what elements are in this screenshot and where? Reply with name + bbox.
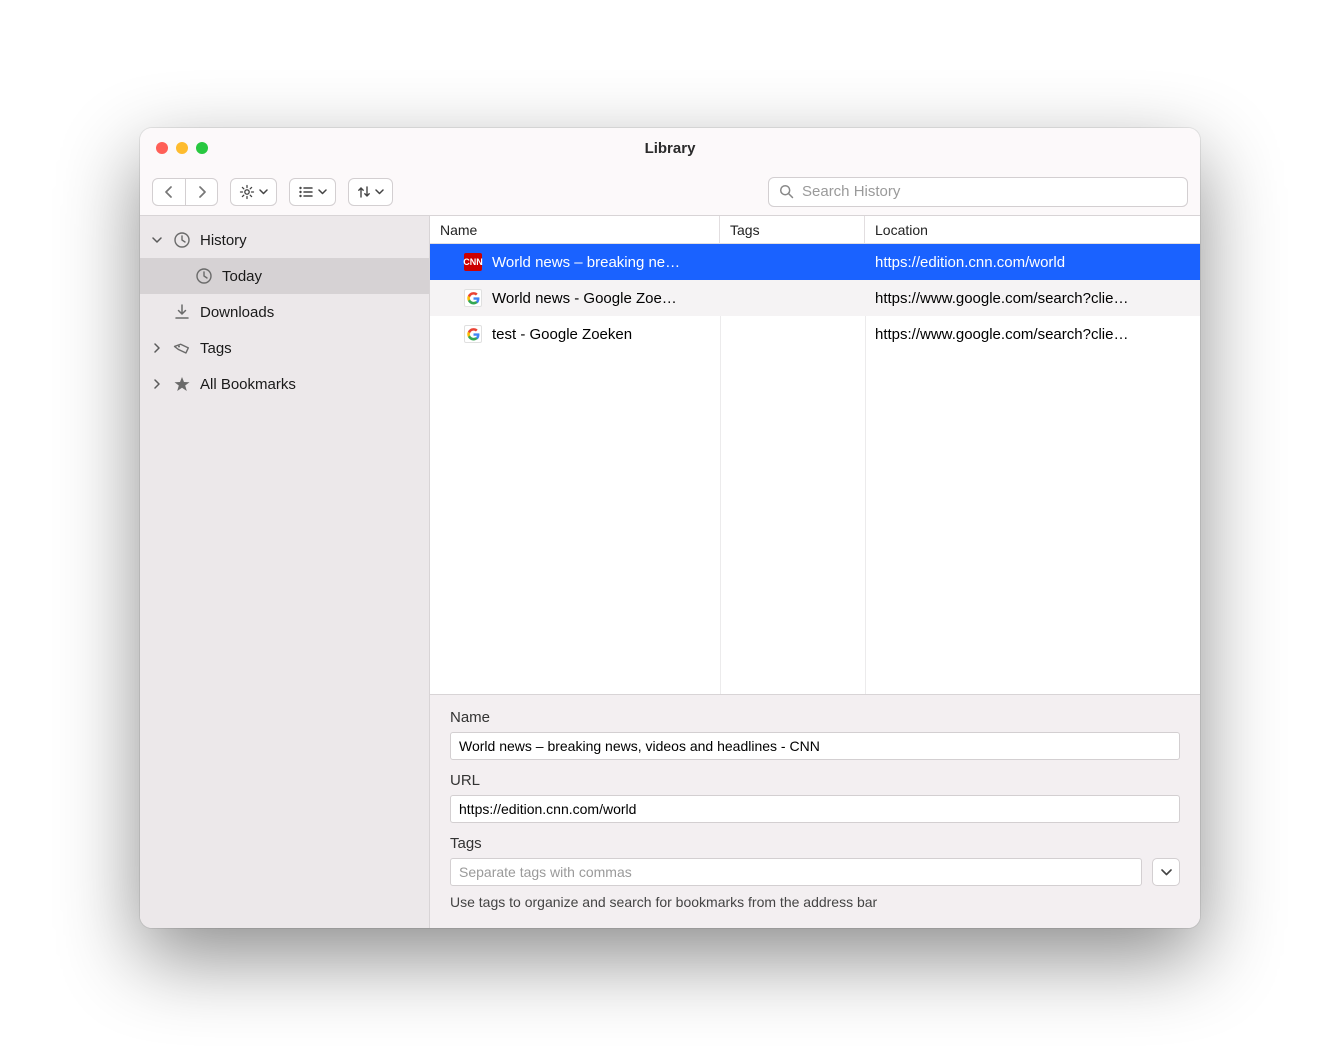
- minimize-window-button[interactable]: [176, 142, 188, 154]
- chevron-down-icon: [259, 189, 268, 195]
- chevron-right-icon[interactable]: [150, 379, 164, 389]
- nav-back-forward: [152, 178, 218, 206]
- table-row[interactable]: World news - Google Zoe… https://www.goo…: [430, 280, 1200, 316]
- chevron-right-icon[interactable]: [150, 343, 164, 353]
- chevron-right-icon: [197, 186, 207, 198]
- views-button[interactable]: [289, 178, 336, 206]
- traffic-lights: [156, 142, 208, 154]
- close-window-button[interactable]: [156, 142, 168, 154]
- details-hint: Use tags to organize and search for book…: [450, 894, 1180, 910]
- library-window: Library: [140, 128, 1200, 928]
- details-url-input[interactable]: [450, 795, 1180, 823]
- row-name: test - Google Zoeken: [492, 326, 720, 343]
- clock-icon: [194, 266, 214, 286]
- google-favicon: [464, 289, 482, 307]
- organize-button[interactable]: [230, 178, 277, 206]
- chevron-down-icon: [375, 189, 384, 195]
- zoom-window-button[interactable]: [196, 142, 208, 154]
- main-area: History Today Downloads: [140, 216, 1200, 928]
- window-title: Library: [645, 140, 696, 157]
- details-tags-label: Tags: [450, 835, 1180, 852]
- table-row[interactable]: test - Google Zoeken https://www.google.…: [430, 316, 1200, 352]
- gear-icon: [239, 184, 255, 200]
- sidebar-item-tags[interactable]: Tags: [140, 330, 429, 366]
- details-panel: Name URL Tags Use tags to organize and s…: [430, 695, 1200, 928]
- forward-button[interactable]: [185, 179, 217, 205]
- table-row[interactable]: CNN World news – breaking ne… https://ed…: [430, 244, 1200, 280]
- updown-arrows-icon: [357, 185, 371, 199]
- tag-icon: [172, 338, 192, 358]
- sidebar-item-downloads[interactable]: Downloads: [140, 294, 429, 330]
- table-header: Name Tags Location: [430, 216, 1200, 244]
- column-header-name[interactable]: Name: [430, 216, 720, 243]
- cnn-favicon: CNN: [464, 253, 482, 271]
- column-header-tags[interactable]: Tags: [720, 216, 865, 243]
- search-history-field[interactable]: [768, 177, 1188, 207]
- row-name: World news - Google Zoe…: [492, 290, 720, 307]
- google-favicon: [464, 325, 482, 343]
- search-icon: [779, 184, 794, 199]
- sidebar-item-bookmarks[interactable]: All Bookmarks: [140, 366, 429, 402]
- details-url-label: URL: [450, 772, 1180, 789]
- row-location: https://edition.cnn.com/world: [865, 254, 1200, 271]
- details-name-input[interactable]: [450, 732, 1180, 760]
- content-area: Name Tags Location CNN World news – brea…: [430, 216, 1200, 928]
- sidebar-item-label: Today: [222, 268, 262, 285]
- titlebar: Library: [140, 128, 1200, 168]
- chevron-down-icon[interactable]: [150, 235, 164, 245]
- clock-icon: [172, 230, 192, 250]
- sidebar-item-label: Tags: [200, 340, 232, 357]
- column-header-location[interactable]: Location: [865, 216, 1200, 243]
- sidebar: History Today Downloads: [140, 216, 430, 928]
- toolbar: [140, 168, 1200, 216]
- sidebar-item-today[interactable]: Today: [140, 258, 429, 294]
- sidebar-item-label: History: [200, 232, 247, 249]
- details-tags-input[interactable]: [450, 858, 1142, 886]
- list-icon: [298, 185, 314, 199]
- row-name: World news – breaking ne…: [492, 254, 720, 271]
- tags-dropdown-button[interactable]: [1152, 858, 1180, 886]
- sidebar-item-label: All Bookmarks: [200, 376, 296, 393]
- row-location: https://www.google.com/search?clie…: [865, 290, 1200, 307]
- chevron-down-icon: [318, 189, 327, 195]
- chevron-down-icon: [1161, 869, 1172, 876]
- details-name-label: Name: [450, 709, 1180, 726]
- sidebar-item-label: Downloads: [200, 304, 274, 321]
- sidebar-item-history[interactable]: History: [140, 222, 429, 258]
- star-icon: [172, 374, 192, 394]
- download-icon: [172, 302, 192, 322]
- back-button[interactable]: [153, 179, 185, 205]
- chevron-left-icon: [164, 186, 174, 198]
- row-location: https://www.google.com/search?clie…: [865, 326, 1200, 343]
- search-input[interactable]: [802, 183, 1177, 200]
- table-body: CNN World news – breaking ne… https://ed…: [430, 244, 1200, 695]
- import-export-button[interactable]: [348, 178, 393, 206]
